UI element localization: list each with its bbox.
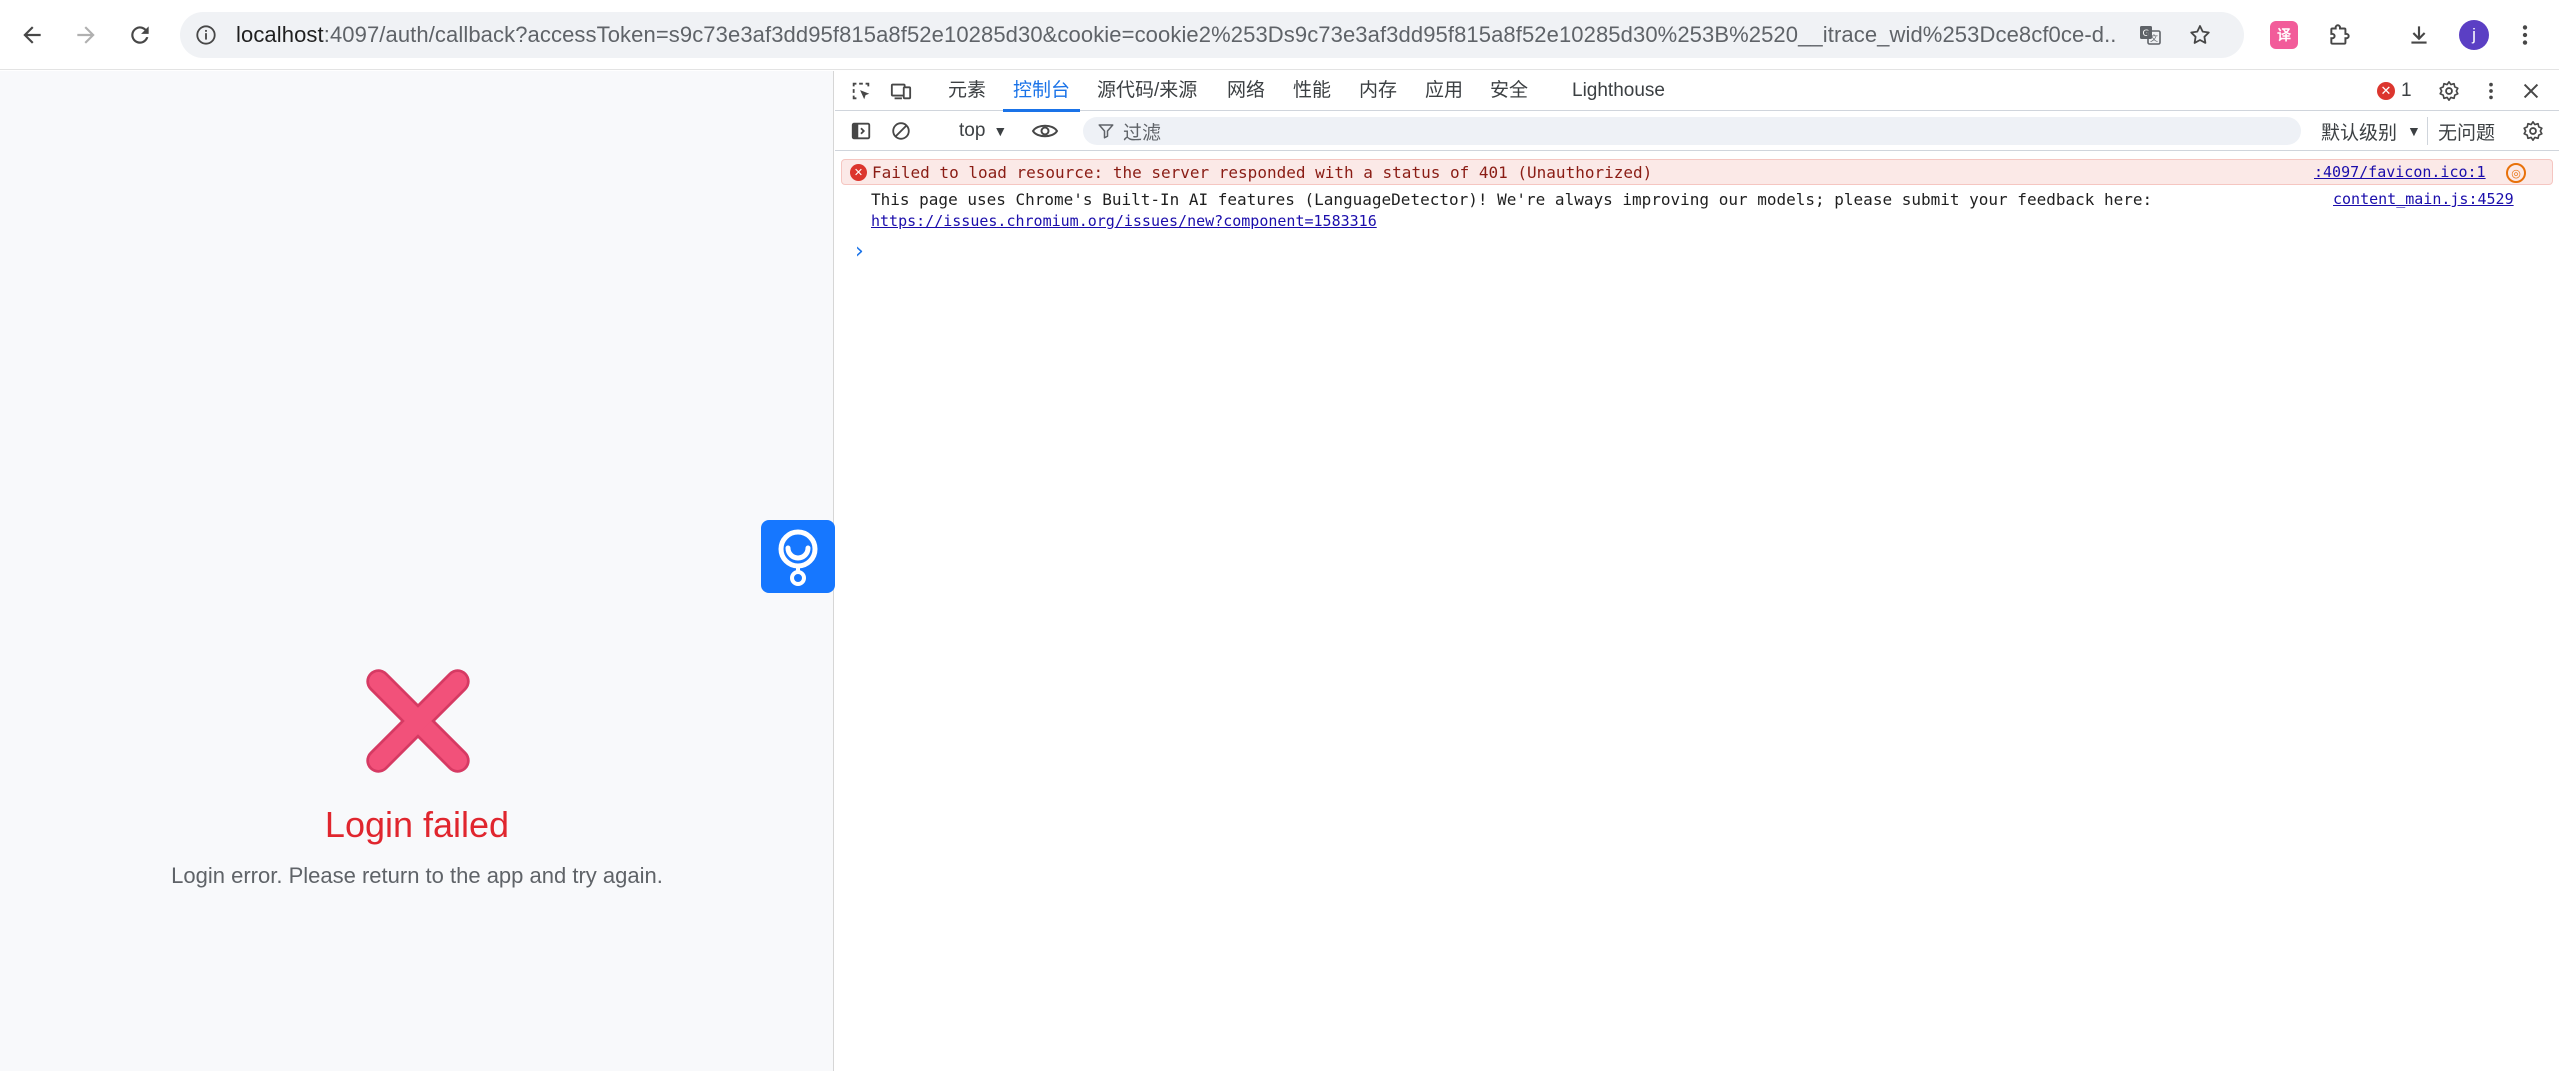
devtools-panel: 元素 控制台 源代码/来源 网络 性能 内存 应用 安全 Lighthouse … [835, 71, 2559, 1071]
svg-text:文: 文 [2150, 33, 2158, 43]
filter-placeholder: 过滤 [1123, 122, 1162, 144]
url-host: localhost [236, 22, 324, 47]
live-expression-eye-icon[interactable] [1027, 117, 1063, 145]
error-x-icon [366, 669, 470, 773]
ai-insight-icon[interactable]: ◎ [2506, 163, 2526, 183]
download-icon [2411, 26, 2427, 44]
translate-icon[interactable]: G文 [2136, 21, 2164, 49]
issues-label: 无问题 [2438, 122, 2496, 144]
devtools-menu-icon[interactable] [2477, 77, 2505, 105]
site-info-icon[interactable] [192, 21, 220, 49]
bookmark-star-icon[interactable] [2186, 21, 2214, 49]
tab-network[interactable]: 网络 [1227, 71, 1265, 111]
console-info-row: This page uses Chrome's Built-In AI feat… [841, 187, 2553, 237]
tab-console[interactable]: 控制台 [1002, 71, 1081, 112]
context-select[interactable]: top ▼ [947, 117, 1007, 145]
info-message: This page uses Chrome's Built-In AI feat… [871, 190, 2153, 209]
settings-gear-icon[interactable] [2435, 77, 2463, 105]
log-level-select[interactable]: 默认级别 ▼ [2321, 117, 2421, 145]
kebab-menu-icon [2522, 25, 2528, 45]
arrow-right-icon [77, 26, 95, 44]
browser-toolbar: localhost:4097/auth/callback?accessToken… [0, 0, 2559, 70]
chevron-down-icon: ▼ [2407, 123, 2421, 139]
back-button[interactable] [10, 13, 54, 57]
login-failed-title: Login failed [324, 804, 510, 845]
error-counter[interactable]: ✕ 1 [2377, 78, 2412, 104]
translate-extension-icon[interactable]: 译 [2270, 21, 2298, 49]
error-count-value: 1 [2401, 80, 2412, 101]
error-message: Failed to load resource: the server resp… [872, 163, 1653, 182]
browser-menu-button[interactable] [2503, 13, 2547, 57]
console-prompt[interactable]: › [855, 239, 864, 264]
tab-sources[interactable]: 源代码/来源 [1097, 71, 1197, 111]
tab-lighthouse[interactable]: Lighthouse [1572, 71, 1665, 111]
tab-elements[interactable]: 元素 [948, 71, 986, 111]
error-source-link[interactable]: :4097/favicon.ico:1 [2314, 163, 2486, 181]
extensions-button[interactable] [2318, 13, 2362, 57]
close-devtools-icon[interactable] [2517, 77, 2545, 105]
assistant-logo-icon [778, 529, 818, 586]
device-toolbar-icon[interactable] [887, 77, 915, 105]
chevron-down-icon: ▼ [993, 123, 1008, 139]
floating-assistant-button[interactable] [761, 520, 835, 593]
downloads-button[interactable] [2397, 13, 2441, 57]
filter-funnel-icon [1097, 122, 1115, 140]
error-icon: ✕ [850, 164, 867, 181]
tab-performance[interactable]: 性能 [1293, 71, 1331, 111]
console-output: ✕ Failed to load resource: the server re… [835, 151, 2559, 1071]
profile-avatar[interactable]: j [2459, 20, 2489, 50]
info-source-link[interactable]: content_main.js:4529 [2333, 190, 2514, 208]
console-filter-input[interactable]: 过滤 [1083, 117, 2301, 145]
console-settings-gear-icon[interactable] [2519, 117, 2547, 145]
issues-button[interactable]: 无问题 [2427, 117, 2495, 145]
url-text[interactable]: localhost:4097/auth/callback?accessToken… [236, 12, 2116, 58]
arrow-left-icon [23, 26, 41, 44]
forward-button[interactable] [64, 13, 108, 57]
console-toolbar: top ▼ 过滤 默认级别 ▼ 无问题 [835, 111, 2559, 151]
console-error-row: ✕ Failed to load resource: the server re… [841, 159, 2553, 185]
login-failed-message: Login error. Please return to the app an… [171, 863, 663, 888]
sidebar-toggle-icon[interactable] [847, 117, 875, 145]
reload-icon [131, 26, 149, 44]
inspect-element-icon[interactable] [847, 77, 875, 105]
log-level-value: 默认级别 [2321, 122, 2398, 144]
tab-memory[interactable]: 内存 [1359, 71, 1397, 111]
tab-security[interactable]: 安全 [1490, 71, 1528, 111]
context-value: top [959, 120, 986, 141]
web-page: Login failed Login error. Please return … [0, 71, 835, 1071]
clear-console-icon[interactable] [887, 117, 915, 145]
puzzle-icon [2330, 24, 2350, 45]
address-bar[interactable]: localhost:4097/auth/callback?accessToken… [180, 12, 2244, 58]
devtools-tab-bar: 元素 控制台 源代码/来源 网络 性能 内存 应用 安全 Lighthouse … [835, 71, 2559, 112]
tab-application[interactable]: 应用 [1425, 71, 1463, 111]
url-path: :4097/auth/callback?accessToken=s9c73e3a… [323, 22, 2116, 47]
error-count-icon: ✕ [2377, 82, 2395, 100]
info-feedback-link[interactable]: https://issues.chromium.org/issues/new?c… [871, 212, 1377, 230]
reload-button[interactable] [118, 13, 162, 57]
